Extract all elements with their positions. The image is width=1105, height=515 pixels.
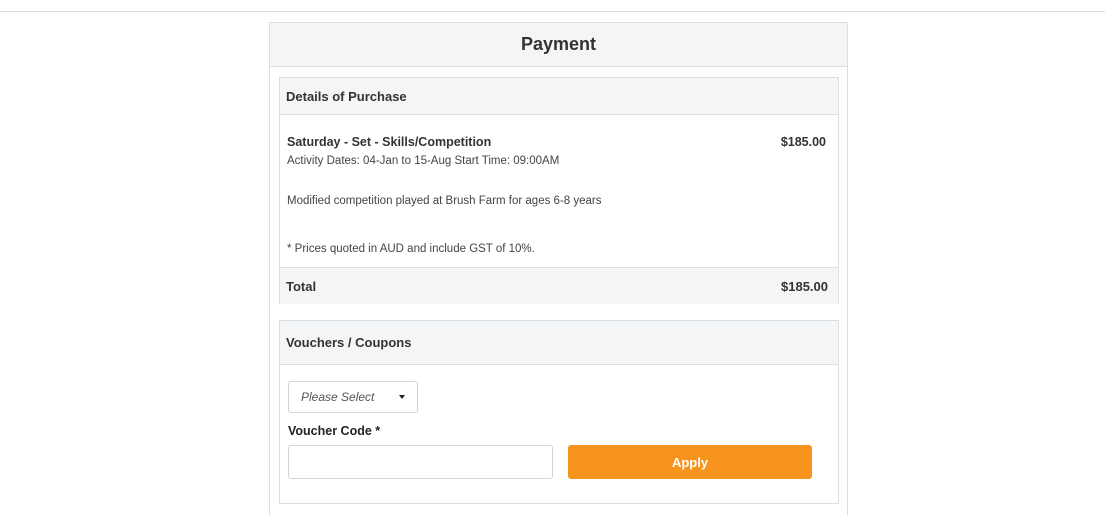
gst-note: * Prices quoted in AUD and include GST o… (287, 243, 535, 255)
voucher-code-input[interactable] (288, 445, 553, 479)
purchase-details-heading: Details of Purchase (280, 78, 838, 115)
purchase-details: Details of Purchase Saturday - Set - Ski… (279, 77, 839, 304)
total-label: Total (286, 278, 317, 294)
item-description: Modified competition played at Brush Far… (287, 195, 602, 207)
vouchers-section: Vouchers / Coupons Please Select Voucher… (279, 320, 839, 504)
caret-down-icon (399, 395, 405, 399)
voucher-type-selected: Please Select (301, 390, 375, 404)
payment-panel: Payment Details of Purchase Saturday - S… (269, 22, 848, 515)
total-row: Total $185.00 (280, 267, 838, 304)
page-title: Payment (520, 34, 597, 54)
purchase-item: Saturday - Set - Skills/Competition $185… (287, 135, 826, 149)
top-divider (0, 11, 1105, 12)
apply-button[interactable]: Apply (568, 445, 812, 479)
voucher-type-select[interactable]: Please Select (288, 381, 418, 413)
item-dates: Activity Dates: 04-Jan to 15-Aug Start T… (287, 155, 560, 167)
payment-header: Payment (270, 23, 847, 67)
total-value: $185.00 (781, 278, 828, 294)
vouchers-heading: Vouchers / Coupons (280, 321, 838, 365)
voucher-code-label: Voucher Code * (288, 424, 381, 438)
item-price: $185.00 (780, 135, 826, 149)
item-name: Saturday - Set - Skills/Competition (287, 135, 492, 149)
